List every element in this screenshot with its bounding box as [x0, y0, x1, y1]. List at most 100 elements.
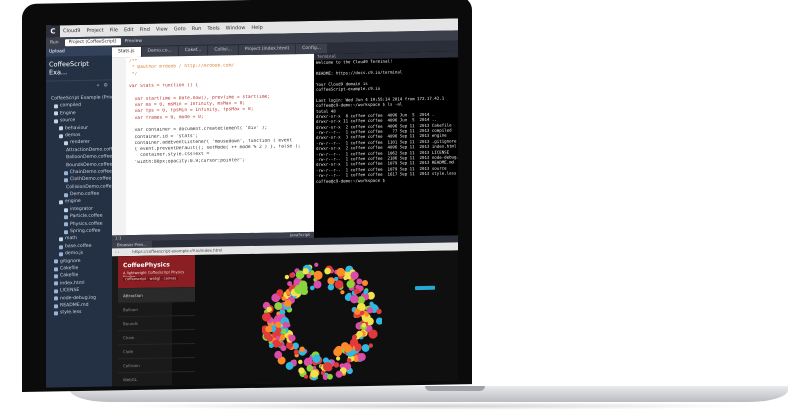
editor-tab[interactable]: Collisi...	[208, 45, 238, 56]
file-icon	[54, 289, 58, 294]
particle	[309, 356, 313, 361]
cursor-position: 1:1	[115, 235, 122, 241]
demo-menu-item[interactable]: Attraction	[118, 286, 195, 303]
particle	[324, 267, 331, 275]
menu-item-project[interactable]: Project	[83, 28, 106, 34]
collapse-icon[interactable]: «	[96, 83, 99, 93]
preview-pane: CoffeePhysics A lightweight CoffeeScript…	[112, 250, 458, 387]
menu-item-edit[interactable]: Edit	[121, 27, 137, 33]
menu-item-run[interactable]: Run	[189, 26, 205, 32]
editor-tab[interactable]: Cakef...	[178, 45, 208, 57]
tree-item-label: Demo.coffee	[70, 191, 100, 198]
menu-item-view[interactable]: View	[153, 26, 171, 32]
folder-icon	[54, 119, 58, 124]
file-icon	[59, 244, 63, 249]
file-icon	[64, 215, 68, 220]
folder-icon	[64, 207, 68, 212]
menu-item-file[interactable]: File	[107, 27, 121, 33]
tree-item[interactable]: style.less	[46, 309, 112, 318]
folder-icon	[54, 111, 58, 116]
particle	[335, 370, 343, 378]
folder-icon	[64, 141, 68, 146]
file-icon	[64, 170, 68, 175]
terminal-pane[interactable]: Terminal Welcome to the Cloud9 Terminal!…	[314, 51, 458, 238]
menu-item-help[interactable]: Help	[248, 25, 265, 31]
file-icon	[64, 229, 68, 234]
particle	[362, 280, 368, 287]
editor-tab[interactable]: Demo.co...	[141, 46, 178, 57]
particle	[314, 262, 319, 267]
tree-item-label: style.less	[60, 310, 82, 316]
file-icon	[59, 252, 63, 257]
editor-tab[interactable]: Config...	[296, 43, 327, 55]
menu-item-tools[interactable]: Tools	[204, 25, 222, 32]
preview-action-button[interactable]	[415, 285, 435, 291]
code-lines: /** * @author mrdoob / http://mrdoob.com…	[129, 56, 313, 166]
folder-icon	[54, 104, 58, 109]
particle	[313, 270, 323, 280]
laptop: C Cloud9 Project File Edit Find View Goto Run To…	[0, 0, 800, 414]
demo-menu-item[interactable]: Chain	[118, 328, 195, 345]
demo-menu-item[interactable]: Bounds	[118, 314, 195, 331]
folder-icon	[59, 200, 63, 205]
file-icon	[64, 178, 68, 183]
menu-item-window[interactable]: Window	[223, 25, 249, 31]
particle	[327, 284, 335, 291]
tree-item-label: CoffeeScript Example (Private)	[51, 95, 112, 102]
editor-tab[interactable]: Stats.js	[112, 46, 141, 58]
demo-menu-item[interactable]: Cloth	[118, 342, 195, 359]
file-tree: CoffeeScript Example (Private) compiled En…	[46, 94, 112, 317]
folder-icon	[59, 126, 63, 131]
particle	[361, 344, 370, 352]
particle	[313, 280, 322, 289]
folder-icon	[59, 237, 63, 242]
particle	[298, 359, 303, 365]
particle	[327, 277, 335, 285]
file-icon	[54, 303, 58, 309]
demo-menu-item[interactable]: Collision	[118, 356, 195, 373]
particle	[375, 317, 382, 325]
menu-item-find[interactable]: Find	[137, 27, 153, 33]
laptop-shadow	[110, 402, 760, 410]
file-icon	[64, 192, 68, 198]
particle	[284, 274, 290, 280]
run-config-select[interactable]: Project (CoffeeScript)	[64, 37, 121, 46]
file-icon	[54, 296, 58, 301]
menu-item-cloud9[interactable]: Cloud9	[60, 28, 83, 34]
file-icon	[64, 222, 68, 227]
laptop-screen: C Cloud9 Project File Edit Find View Goto Run To…	[46, 18, 458, 388]
particle	[336, 356, 341, 361]
file-icon	[54, 274, 58, 279]
laptop-lid: C Cloud9 Project File Edit Find View Goto Run To…	[22, 0, 472, 392]
preview-button[interactable]: Preview	[121, 38, 147, 43]
folder-icon	[59, 133, 63, 138]
menu-item-goto[interactable]: Goto	[171, 26, 189, 32]
demo-tag: coffeescript · webgl · canvas	[123, 276, 179, 282]
demo-header: CoffeePhysics A lightweight CoffeeScript…	[118, 254, 195, 289]
particle-ring-canvas[interactable]	[262, 258, 382, 384]
laptop-notch	[425, 386, 485, 391]
file-tree-sidebar: Upload CoffeeScript Exa... « ⚙ CoffeeScr…	[46, 46, 112, 388]
code-editor[interactable]: /** * @author mrdoob / http://mrdoob.com…	[112, 53, 314, 236]
file-icon	[54, 267, 58, 272]
demo-menu-item[interactable]: WebGL	[118, 370, 195, 387]
demo-title: CoffeePhysics	[123, 261, 170, 270]
particle	[285, 362, 294, 370]
editor-gutter	[112, 57, 126, 236]
file-icon	[54, 311, 58, 316]
sidebar-tools: « ⚙	[46, 80, 112, 95]
preview-url-input[interactable]: https://coffeescript-example.c9.io/index…	[132, 248, 222, 255]
particle	[356, 278, 363, 285]
particle	[340, 290, 345, 295]
workspace-title: CoffeeScript Exa...	[46, 55, 112, 82]
particle	[353, 288, 360, 295]
run-button[interactable]: Run	[46, 40, 63, 45]
particle	[346, 358, 352, 363]
terminal-output: Welcome to the Cloud9 Terminal! README: …	[314, 57, 458, 184]
file-icon	[54, 259, 58, 264]
demo-menu: CoffeePhysics A lightweight CoffeeScript…	[112, 254, 195, 387]
gear-icon[interactable]: ⚙	[104, 82, 108, 92]
cloud9-logo-icon: C	[46, 25, 60, 38]
demo-menu-item[interactable]: Balloon	[118, 300, 195, 317]
tree-item-label: Spring.coffee	[70, 228, 101, 235]
